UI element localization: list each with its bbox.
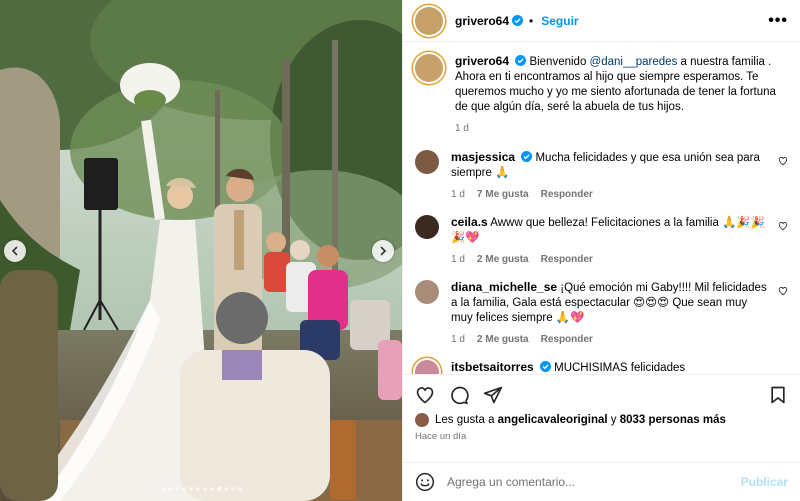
liker-username[interactable]: angelicavaleoriginal — [498, 414, 608, 426]
heart-icon[interactable] — [778, 286, 788, 296]
likes-middle: y — [607, 414, 620, 426]
liker-avatar[interactable] — [415, 413, 429, 427]
carousel-dot — [223, 487, 228, 491]
comment-item: itsbetsaitorres MUCHISIMAS felicidades — [415, 360, 788, 374]
carousel-dot — [237, 487, 242, 491]
comment-item: diana_michelle_se ¡Qué emoción mi Gaby!!… — [415, 280, 788, 347]
emoji-icon[interactable] — [415, 472, 435, 492]
author-avatar[interactable] — [415, 6, 443, 35]
previous-photo-button[interactable] — [4, 240, 26, 262]
follow-button[interactable]: Seguir — [541, 14, 578, 28]
post-header: grivero64 • Seguir ••• — [403, 0, 800, 42]
caption-time: 1 d — [455, 123, 469, 134]
post-caption: grivero64 Bienvenido @dani__paredes a nu… — [415, 54, 788, 136]
comment-item: ceila.s Awww que belleza! Felicitaciones… — [415, 215, 788, 267]
commenter-username[interactable]: itsbetsaitorres — [451, 360, 534, 374]
carousel-dot — [167, 487, 172, 491]
caption-text-start: Bienvenido — [529, 56, 590, 68]
heart-icon[interactable] — [415, 385, 435, 405]
carousel-dot — [181, 487, 186, 491]
carousel-dot — [202, 487, 207, 491]
reply-button[interactable]: Responder — [541, 252, 593, 267]
comment-input[interactable] — [447, 475, 729, 489]
reply-button[interactable]: Responder — [541, 187, 593, 202]
comment-time: 1 d — [451, 334, 465, 345]
caption-mention-link[interactable]: @dani__paredes — [590, 56, 678, 68]
verified-icon — [512, 15, 524, 26]
verified-icon — [521, 151, 533, 162]
comment-time: 1 d — [451, 254, 465, 265]
verified-icon — [539, 361, 551, 372]
commenter-username[interactable]: diana_michelle_se — [451, 280, 557, 294]
caption-author-username[interactable]: grivero64 — [455, 54, 509, 68]
more-options-icon[interactable]: ••• — [768, 12, 788, 30]
comment-likes[interactable]: 2 Me gusta — [477, 332, 529, 347]
likes-prefix: Les gusta a — [435, 414, 498, 426]
post-photo[interactable] — [0, 0, 402, 501]
reply-button[interactable]: Responder — [541, 332, 593, 347]
carousel-indicator — [0, 487, 402, 491]
carousel-dot — [216, 487, 221, 491]
post-modal: grivero64 • Seguir ••• grivero64 Bienven… — [0, 0, 800, 501]
post-time: Hace un día — [415, 431, 467, 442]
separator-dot: • — [529, 13, 534, 28]
chevron-left-icon — [11, 246, 18, 256]
commenter-avatar[interactable] — [415, 360, 439, 374]
caption-author-avatar[interactable] — [415, 54, 443, 82]
comment-text: Awww que belleza! Felicitaciones a la fa… — [451, 217, 766, 244]
carousel-dot — [160, 487, 165, 491]
post-side-panel: grivero64 • Seguir ••• grivero64 Bienven… — [402, 0, 800, 501]
likes-others-link[interactable]: 8033 personas más — [620, 414, 726, 426]
comment-text: MUCHISIMAS felicidades — [554, 362, 686, 374]
verified-icon — [515, 55, 527, 66]
bookmark-icon[interactable] — [768, 385, 788, 405]
comment-likes[interactable]: 2 Me gusta — [477, 252, 529, 267]
likes-summary: Les gusta a angelicavaleoriginal y 8033 … — [415, 413, 788, 427]
commenter-avatar[interactable] — [415, 215, 439, 239]
comment-time: 1 d — [451, 189, 465, 200]
comment-likes[interactable]: 7 Me gusta — [477, 187, 529, 202]
carousel-dot — [209, 487, 214, 491]
share-icon[interactable] — [483, 385, 503, 405]
commenter-username[interactable]: masjessica — [451, 150, 515, 164]
comments-list[interactable]: grivero64 Bienvenido @dani__paredes a nu… — [403, 42, 800, 374]
author-username[interactable]: grivero64 — [455, 14, 509, 28]
comment-composer: Publicar — [403, 462, 800, 501]
commenter-username[interactable]: ceila.s — [451, 215, 488, 229]
commenter-avatar[interactable] — [415, 280, 439, 304]
carousel-dot — [195, 487, 200, 491]
comment-icon[interactable] — [449, 385, 469, 405]
post-actions: Les gusta a angelicavaleoriginal y 8033 … — [403, 374, 800, 462]
wedding-photo-illustration — [0, 0, 402, 501]
carousel-dot — [230, 487, 235, 491]
carousel-dot — [174, 487, 179, 491]
publish-button[interactable]: Publicar — [741, 475, 788, 489]
commenter-avatar[interactable] — [415, 150, 439, 174]
chevron-right-icon — [380, 246, 387, 256]
heart-icon[interactable] — [778, 221, 788, 231]
carousel-dot — [188, 487, 193, 491]
comment-item: masjessica Mucha felicidades y que esa u… — [415, 150, 788, 202]
heart-icon[interactable] — [778, 156, 788, 166]
next-photo-button[interactable] — [372, 240, 394, 262]
